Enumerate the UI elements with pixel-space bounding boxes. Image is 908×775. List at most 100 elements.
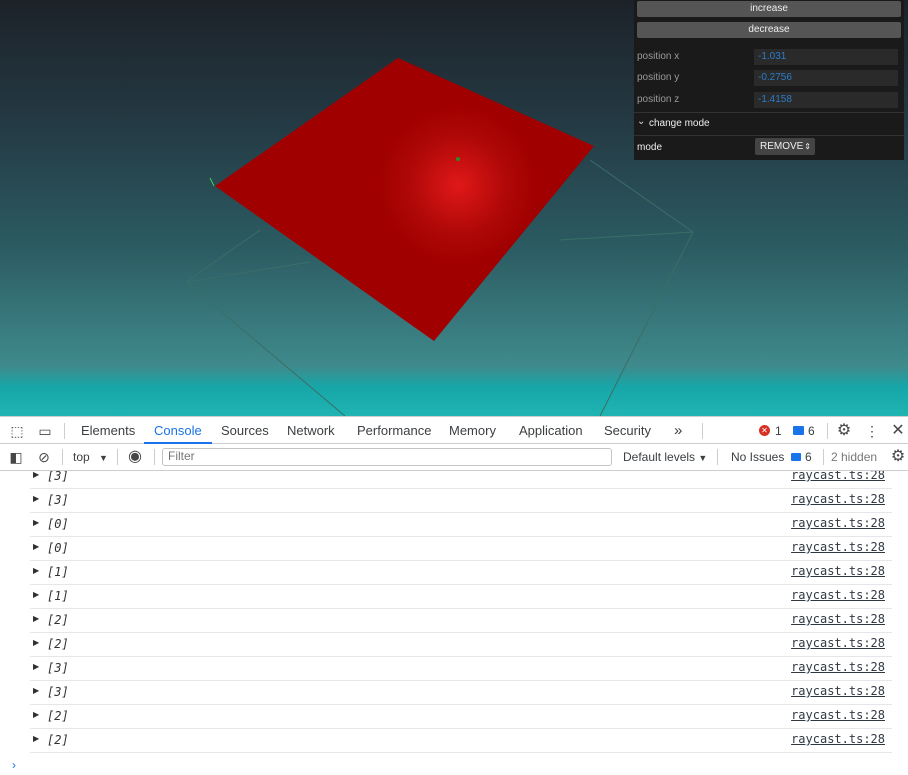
source-link[interactable]: raycast.ts:28	[791, 636, 885, 650]
source-link[interactable]: raycast.ts:28	[791, 540, 885, 554]
devtools-tabbar: ⬚ ▭ Elements Console Sources Network Per…	[0, 416, 908, 444]
3d-viewport[interactable]: increase decrease position x -1.031 posi…	[0, 0, 908, 416]
clear-console-icon[interactable]: ⊘	[35, 448, 53, 466]
expand-triangle-icon[interactable]: ▶	[33, 566, 39, 575]
tab-application[interactable]: Application	[509, 417, 593, 444]
expand-triangle-icon[interactable]: ▶	[33, 662, 39, 671]
console-row[interactable]: ▶ [3] raycast.ts:28	[30, 657, 892, 681]
message-count[interactable]: 6	[808, 424, 815, 438]
source-link[interactable]: raycast.ts:28	[791, 492, 885, 506]
console-row[interactable]: ▶ [2] raycast.ts:28	[30, 729, 892, 753]
tab-network[interactable]: Network	[277, 417, 345, 444]
context-select[interactable]: top ▼	[73, 450, 108, 464]
source-link[interactable]: raycast.ts:28	[791, 564, 885, 578]
console-log: ▶ [3] raycast.ts:28 ▶ [3] raycast.ts:28 ▶ [0]…	[0, 471, 908, 775]
position-x-row: position x -1.031	[634, 47, 904, 67]
tab-performance[interactable]: Performance	[347, 417, 441, 444]
position-x-field[interactable]: -1.031	[754, 49, 898, 65]
red-plane	[215, 58, 594, 341]
issues-button[interactable]: No Issues	[731, 450, 784, 464]
more-options-icon[interactable]: ⋮	[863, 422, 881, 440]
console-row[interactable]: ▶ [3] raycast.ts:28	[30, 681, 892, 705]
message-icon[interactable]	[793, 426, 804, 435]
position-z-row: position z -1.4158	[634, 90, 904, 110]
console-row[interactable]: ▶ [0] raycast.ts:28	[30, 537, 892, 561]
eye-icon[interactable]: ◉	[126, 448, 144, 466]
device-toolbar-icon[interactable]: ▭	[36, 422, 54, 440]
console-row[interactable]: ▶ [3] raycast.ts:28	[30, 471, 892, 489]
source-link[interactable]: raycast.ts:28	[791, 684, 885, 698]
log-message: [3]	[47, 493, 69, 507]
no-issues-label: No Issues	[731, 450, 785, 464]
mode-value: REMOVE	[760, 141, 804, 152]
log-message: [0]	[47, 517, 69, 531]
increase-button[interactable]: increase	[637, 1, 901, 17]
tab-sources[interactable]: Sources	[211, 417, 279, 444]
console-row[interactable]: ▶ [2] raycast.ts:28	[30, 633, 892, 657]
issues-count: 6	[805, 450, 812, 464]
source-link[interactable]: raycast.ts:28	[791, 708, 885, 722]
log-message: [3]	[47, 661, 69, 675]
expand-triangle-icon[interactable]: ▶	[33, 686, 39, 695]
source-link[interactable]: raycast.ts:28	[791, 612, 885, 626]
expand-triangle-icon[interactable]: ▶	[33, 494, 39, 503]
log-message: [2]	[47, 733, 69, 747]
console-row[interactable]: ▶ [2] raycast.ts:28	[30, 609, 892, 633]
more-tabs-button[interactable]: »	[664, 417, 692, 444]
console-row[interactable]: ▶ [1] raycast.ts:28	[30, 585, 892, 609]
pointer-marker	[456, 157, 460, 161]
error-icon[interactable]: ✕	[759, 425, 770, 436]
tab-memory[interactable]: Memory	[439, 417, 506, 444]
expand-triangle-icon[interactable]: ▶	[33, 734, 39, 743]
source-link[interactable]: raycast.ts:28	[791, 660, 885, 674]
source-link[interactable]: raycast.ts:28	[791, 588, 885, 602]
expand-triangle-icon[interactable]: ▶	[33, 614, 39, 623]
divider	[64, 423, 65, 439]
change-mode-folder[interactable]: ⌄ change mode	[634, 112, 904, 136]
close-icon[interactable]: ✕	[889, 422, 907, 440]
log-message: [1]	[47, 565, 69, 579]
position-x-label: position x	[637, 51, 680, 62]
inspect-element-icon[interactable]: ⬚	[8, 422, 26, 440]
log-levels-select[interactable]: Default levels ▼	[623, 450, 707, 464]
console-settings-icon[interactable]: ⚙	[889, 448, 907, 466]
sidebar-toggle-icon[interactable]: ◧	[7, 448, 25, 466]
console-row[interactable]: ▶ [3] raycast.ts:28	[30, 489, 892, 513]
console-row[interactable]: ▶ [2] raycast.ts:28	[30, 705, 892, 729]
console-row[interactable]: ▶ [0] raycast.ts:28	[30, 513, 892, 537]
expand-triangle-icon[interactable]: ▶	[33, 518, 39, 527]
source-link[interactable]: raycast.ts:28	[791, 732, 885, 746]
log-message: [0]	[47, 541, 69, 555]
expand-triangle-icon[interactable]: ▶	[33, 638, 39, 647]
control-panel: increase decrease position x -1.031 posi…	[634, 0, 904, 160]
tab-security[interactable]: Security	[594, 417, 661, 444]
hidden-count: 2 hidden	[831, 450, 878, 464]
position-y-row: position y -0.2756	[634, 68, 904, 88]
log-message: [2]	[47, 709, 69, 723]
error-count[interactable]: 1	[775, 424, 782, 438]
source-link[interactable]: raycast.ts:28	[791, 471, 885, 482]
expand-triangle-icon[interactable]: ▶	[33, 471, 39, 479]
decrease-button[interactable]: decrease	[637, 22, 901, 38]
console-toolbar: ◧ ⊘ top ▼ ◉ Filter Default levels ▼ No I…	[0, 444, 908, 471]
position-y-field[interactable]: -0.2756	[754, 70, 898, 86]
source-link[interactable]: raycast.ts:28	[791, 516, 885, 530]
console-row[interactable]: ▶ [1] raycast.ts:28	[30, 561, 892, 585]
console-prompt[interactable]: ›	[12, 758, 16, 772]
position-z-field[interactable]: -1.4158	[754, 92, 898, 108]
position-y-label: position y	[637, 72, 680, 83]
expand-triangle-icon[interactable]: ▶	[33, 542, 39, 551]
tab-console[interactable]: Console	[144, 417, 212, 444]
expand-triangle-icon[interactable]: ▶	[33, 590, 39, 599]
mode-select[interactable]: REMOVE ⇕	[755, 138, 815, 155]
tab-elements[interactable]: Elements	[71, 417, 145, 444]
chevron-down-icon: ⌄	[637, 116, 646, 127]
expand-triangle-icon[interactable]: ▶	[33, 710, 39, 719]
divider	[702, 423, 703, 439]
filter-input[interactable]: Filter	[162, 448, 612, 466]
settings-gear-icon[interactable]: ⚙	[835, 422, 853, 440]
select-arrows-icon: ⇕	[804, 142, 811, 151]
filter-placeholder: Filter	[168, 449, 195, 463]
position-z-label: position z	[637, 94, 680, 105]
context-value: top	[73, 450, 90, 464]
